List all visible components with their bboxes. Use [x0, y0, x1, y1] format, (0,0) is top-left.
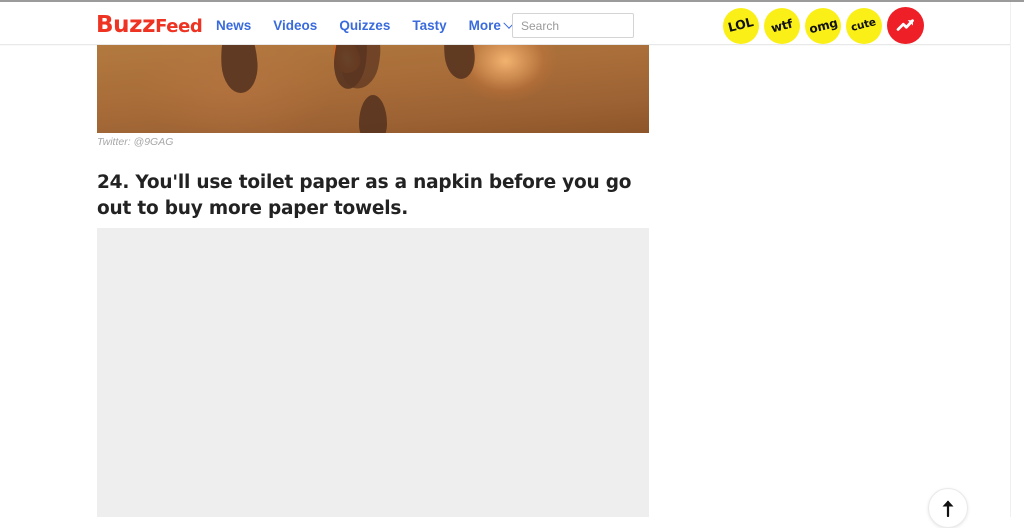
badge-cute[interactable]: cute [846, 7, 882, 44]
arrow-up-icon [942, 500, 954, 517]
list-item-headline: 24. You'll use toilet paper as a napkin … [97, 172, 632, 219]
scrollbar-thumb[interactable] [1013, 152, 1022, 272]
nav-item-news[interactable]: News [216, 18, 251, 34]
nav-item-videos[interactable]: Videos [273, 18, 317, 34]
logo-text-buzz: Buzz [96, 12, 156, 38]
article-content: Twitter: @9GAG 24. You'll use toilet pap… [0, 45, 1010, 517]
page-scrollbar[interactable] [1010, 2, 1024, 517]
scroll-to-top-button[interactable] [928, 488, 968, 528]
badge-lol-label: LOL [726, 14, 756, 36]
badge-omg-label: omg [807, 15, 839, 36]
badge-wtf-label: wtf [769, 16, 795, 35]
site-header: BuzzFeed News Videos Quizzes Tasty More … [0, 2, 1010, 45]
nav-item-more-label: More [468, 18, 501, 33]
search-input[interactable] [512, 13, 634, 38]
nav-item-quizzes[interactable]: Quizzes [339, 18, 390, 34]
photo-shape [359, 95, 387, 133]
photo-image [97, 45, 649, 133]
nav-item-tasty[interactable]: Tasty [412, 18, 446, 34]
buzzfeed-logo[interactable]: BuzzFeed [96, 12, 203, 40]
badge-cute-label: cute [850, 16, 878, 35]
badge-lol[interactable]: LOL [723, 7, 759, 44]
trending-badge[interactable] [887, 7, 924, 44]
logo-text-feed: Feed [155, 16, 203, 37]
main-navigation: News Videos Quizzes Tasty More [216, 17, 515, 34]
photo-shape [440, 45, 478, 81]
badge-omg[interactable]: omg [805, 7, 841, 44]
nav-item-more[interactable]: More [468, 17, 515, 34]
photo-shape [218, 45, 260, 95]
reaction-badges: LOL wtf omg cute [723, 7, 924, 44]
photo-credit: Twitter: @9GAG [97, 136, 174, 148]
badge-wtf[interactable]: wtf [764, 7, 800, 44]
trending-up-icon [896, 19, 914, 31]
article-photo [97, 45, 649, 133]
media-placeholder [97, 228, 649, 517]
